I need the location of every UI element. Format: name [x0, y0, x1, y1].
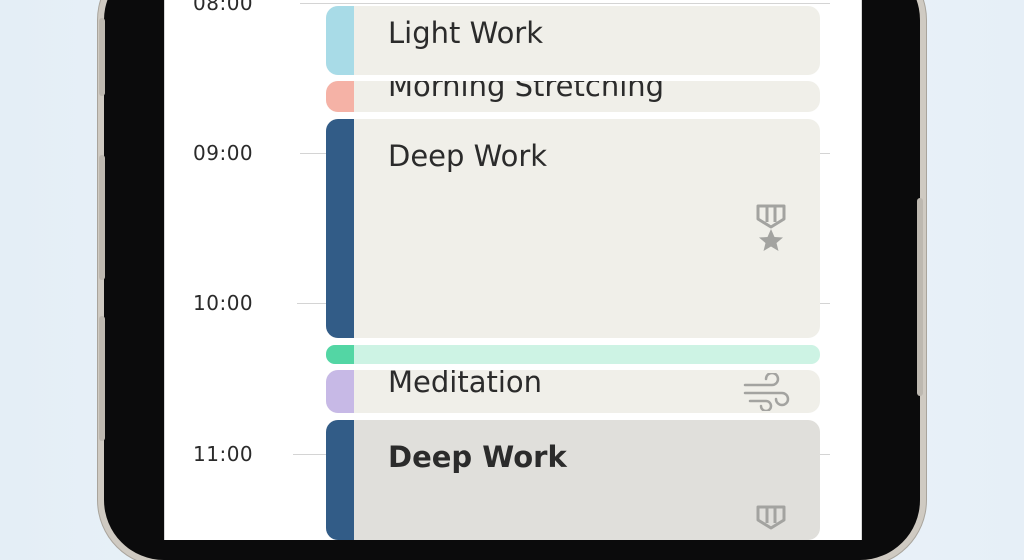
medal-star-icon — [756, 505, 786, 530]
event-color-bar — [326, 420, 354, 540]
medal-star-icon — [756, 204, 786, 251]
event-light-work[interactable]: Light Work — [326, 6, 820, 75]
event-title: Deep Work — [388, 139, 548, 173]
action-button — [99, 316, 105, 441]
event-morning-stretching[interactable]: Morning Stretching — [326, 81, 820, 112]
power-button — [917, 198, 923, 396]
hour-gridline-0800 — [300, 3, 830, 4]
hour-label-0800: 08:00 — [193, 0, 254, 15]
event-title: Morning Stretching — [388, 81, 665, 103]
hour-label-0900: 09:00 — [193, 141, 254, 165]
volume-down-button — [99, 155, 105, 280]
wind-icon — [743, 373, 790, 411]
event-color-bar — [326, 119, 354, 338]
event-color-bar — [326, 6, 354, 75]
event-meditation[interactable]: Meditation — [326, 370, 820, 413]
volume-up-button — [99, 18, 105, 96]
event-title: Deep Work — [388, 440, 567, 474]
event-deep-work-current[interactable]: Deep Work — [326, 420, 820, 540]
hour-label-1100: 11:00 — [193, 442, 254, 466]
event-title: Light Work — [388, 16, 544, 50]
event-color-bar — [326, 370, 354, 413]
event-color-bar — [326, 81, 354, 112]
event-break[interactable] — [326, 345, 820, 364]
event-color-bar — [326, 345, 354, 364]
event-deep-work[interactable]: Deep Work — [326, 119, 820, 338]
hour-label-1000: 10:00 — [193, 291, 254, 315]
event-title: Meditation — [388, 370, 543, 399]
